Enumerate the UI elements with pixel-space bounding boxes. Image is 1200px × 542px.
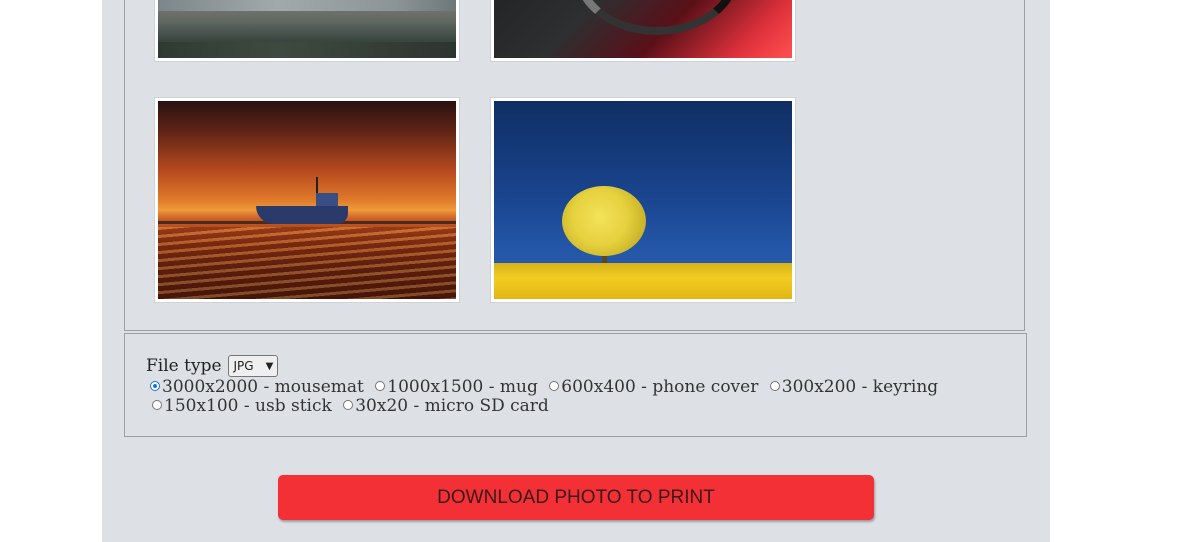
tree-crown — [562, 186, 646, 256]
radio-button[interactable] — [375, 381, 386, 391]
file-type-row: File type JPG ▼ — [146, 354, 279, 378]
photo-thumbnail-coast[interactable] — [154, 0, 460, 62]
size-option-mousemat[interactable]: 3000x2000 - mousemat — [146, 377, 364, 397]
radio-button[interactable] — [152, 400, 162, 410]
size-option-label: 150x100 - usb stick — [164, 396, 332, 416]
size-option-usb-stick[interactable]: 150x100 - usb stick — [146, 396, 332, 416]
photo-thumbnail-boat-sunset[interactable] — [154, 97, 460, 303]
boat-sunset-photo-image — [158, 101, 456, 299]
size-option-label: 600x400 - phone cover — [561, 377, 759, 397]
size-option-label: 300x200 - keyring — [781, 377, 939, 397]
radio-button[interactable] — [549, 381, 560, 391]
file-type-label: File type — [146, 356, 222, 376]
file-type-select[interactable]: JPG ▼ — [227, 355, 279, 377]
size-options: 3000x2000 - mousemat 1000x1500 - mug 600… — [146, 378, 946, 416]
print-options: File type JPG ▼ 3000x2000 - mousemat 100… — [124, 333, 1027, 437]
size-option-keyring[interactable]: 300x200 - keyring — [764, 377, 938, 397]
red-car-photo-image — [494, 0, 792, 58]
water-ripples — [158, 227, 456, 299]
radio-button-checked[interactable] — [150, 381, 160, 391]
boat-hull — [256, 206, 348, 224]
photo-thumbnail-red-car[interactable] — [490, 0, 796, 62]
size-option-label: 30x20 - micro SD card — [355, 396, 549, 416]
sea — [158, 0, 456, 11]
car-curve — [574, 0, 740, 35]
size-option-mug[interactable]: 1000x1500 - mug — [369, 377, 538, 397]
chevron-down-icon: ▼ — [265, 360, 274, 372]
size-option-label: 1000x1500 - mug — [387, 377, 538, 397]
size-option-label: 3000x2000 - mousemat — [162, 377, 364, 397]
photo-gallery — [124, 0, 1025, 331]
size-option-micro-sd-card[interactable]: 30x20 - micro SD card — [337, 396, 549, 416]
photo-thumbnail-yellow-tree[interactable] — [490, 97, 796, 303]
rocks — [158, 42, 456, 58]
yellow-tree-photo-image — [494, 101, 792, 299]
boat-cabin — [316, 193, 338, 207]
coast-photo-image — [158, 0, 456, 58]
download-photo-button[interactable]: DOWNLOAD PHOTO TO PRINT — [278, 475, 874, 520]
radio-button[interactable] — [769, 381, 780, 391]
file-type-value: JPG — [233, 359, 254, 373]
size-option-phone-cover[interactable]: 600x400 - phone cover — [543, 377, 758, 397]
radio-button[interactable] — [343, 400, 354, 410]
yellow-field — [494, 263, 792, 299]
